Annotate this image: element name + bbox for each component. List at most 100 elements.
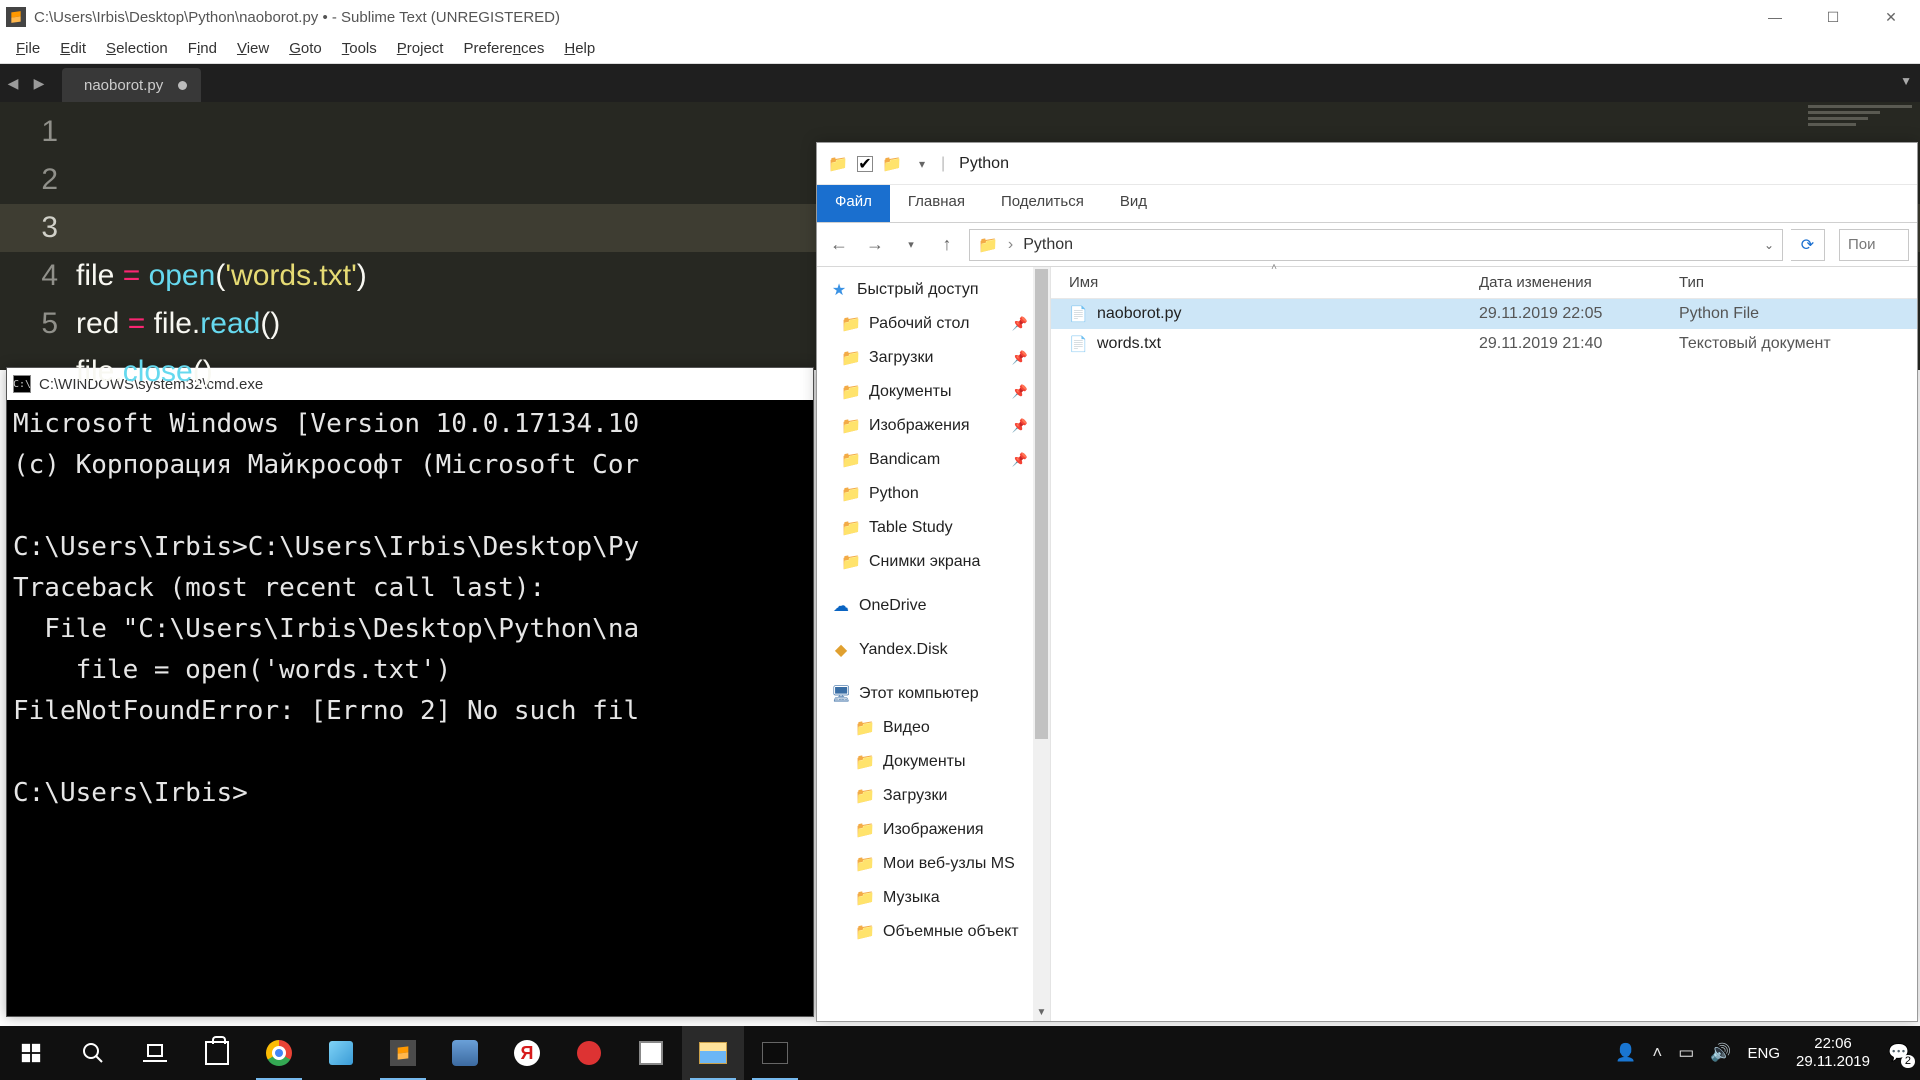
menu-preferences[interactable]: Preferences [453,36,554,61]
qat-folder-icon-2[interactable]: 📁 [881,153,903,175]
taskbar: Я 👤 ˄ ▭ 🔊 ENG 22:06 29.11.2019 💬 2 [0,1026,1920,1080]
yandex-icon: Я [514,1040,540,1066]
tree-item[interactable]: 📁Table Study [817,511,1050,545]
folder-icon: 📁 [855,922,875,942]
menu-file[interactable]: File [6,36,50,61]
menu-selection[interactable]: Selection [96,36,178,61]
breadcrumb-text[interactable]: Python [1023,236,1073,254]
folder-icon: 📁 [841,518,861,538]
pin-icon: 📌 [1012,452,1028,468]
tray-notifications[interactable]: 💬 2 [1886,1040,1912,1066]
sublime-icon [390,1040,416,1066]
tray-volume-icon[interactable]: 🔊 [1710,1043,1731,1063]
code-content: file = open('words.txt') red = file.read… [76,252,1920,396]
tree-item[interactable]: 📁Снимки экрана [817,545,1050,579]
notes-icon [329,1041,353,1065]
sublime-titlebar[interactable]: C:\Users\Irbis\Desktop\Python\naoborot.p… [0,0,1920,34]
task-view-button[interactable] [124,1026,186,1080]
menu-view[interactable]: View [227,36,279,61]
tree-this-pc[interactable]: 🖥 Этот компьютер [817,677,1050,711]
cmd-app-icon: C:\ [13,375,31,393]
folder-icon: 📁 [841,416,861,436]
taskbar-sublime[interactable] [372,1026,434,1080]
qat-dropdown-icon[interactable]: ▾ [911,153,933,175]
tray-people-icon[interactable]: 👤 [1615,1043,1636,1063]
ribbon-tab-view[interactable]: Вид [1102,185,1165,222]
tab-label: naoborot.py [84,77,163,94]
tray-battery-icon[interactable]: ▭ [1678,1043,1694,1063]
tree-item[interactable]: 📁Музыка [817,881,1050,915]
tray-overflow-icon[interactable]: ˄ [1652,1043,1662,1063]
tree-item[interactable]: 📁Изображения [817,813,1050,847]
cloud-icon: ☁ [831,596,851,616]
ribbon-tab-home[interactable]: Главная [890,185,983,222]
taskbar-explorer[interactable] [682,1026,744,1080]
cmd-icon [762,1042,788,1064]
explorer-icon [699,1042,727,1064]
folder-icon: 📁 [855,888,875,908]
explorer-ribbon: Файл Главная Поделиться Вид [817,185,1917,223]
taskbar-store[interactable] [186,1026,248,1080]
tree-item[interactable]: 📁Bandicam📌 [817,443,1050,477]
close-button[interactable]: ✕ [1862,0,1920,34]
pc-icon: 🖥 [831,684,851,704]
record-icon [577,1041,601,1065]
sublime-app-icon [6,7,26,27]
menu-find[interactable]: Find [178,36,227,61]
taskbar-cmd[interactable] [744,1026,806,1080]
scroll-down-icon[interactable]: ▼ [1033,1004,1050,1021]
menu-edit[interactable]: Edit [50,36,96,61]
tree-item[interactable]: 📁Мои веб-узлы MS [817,847,1050,881]
pin-icon: 📌 [1012,418,1028,434]
line-gutter: 12345 [0,102,76,370]
taskbar-record[interactable] [558,1026,620,1080]
tree-onedrive[interactable]: ☁ OneDrive [817,589,1050,623]
tab-nav-forward[interactable]: ▶ [28,72,50,94]
ribbon-tab-share[interactable]: Поделиться [983,185,1102,222]
taskbar-notes[interactable] [310,1026,372,1080]
taskbar-yandex[interactable]: Я [496,1026,558,1080]
tab-naoborot[interactable]: naoborot.py [62,68,201,102]
tree-item[interactable]: 📁Загрузки [817,779,1050,813]
qat-folder-icon[interactable]: 📁 [827,153,849,175]
tree-item[interactable]: 📁Python [817,477,1050,511]
maximize-button[interactable]: ☐ [1804,0,1862,34]
clock-date: 29.11.2019 [1796,1053,1870,1071]
start-button[interactable] [0,1026,62,1080]
search-button[interactable] [62,1026,124,1080]
taskbar-chrome[interactable] [248,1026,310,1080]
tab-dirty-icon [178,81,187,90]
menu-help[interactable]: Help [554,36,605,61]
tray-clock[interactable]: 22:06 29.11.2019 [1796,1035,1870,1071]
cmd-output[interactable]: Microsoft Windows [Version 10.0.17134.10… [7,400,813,818]
menu-goto[interactable]: Goto [279,36,332,61]
tree-item[interactable]: 📁Изображения📌 [817,409,1050,443]
tree-item[interactable]: 📁Видео [817,711,1050,745]
tab-nav-back[interactable]: ◀ [2,72,24,94]
ribbon-tab-file[interactable]: Файл [817,185,890,222]
sublime-title-text: C:\Users\Irbis\Desktop\Python\naoborot.p… [34,9,560,26]
menu-tools[interactable]: Tools [332,36,387,61]
taskbar-box[interactable] [620,1026,682,1080]
idle-icon [452,1040,478,1066]
tree-yandex-disk[interactable]: ◆ Yandex.Disk [817,633,1050,667]
qat-checkbox-icon[interactable]: ✔ [857,156,873,172]
address-dropdown-icon[interactable]: ⌄ [1764,238,1774,252]
minimize-button[interactable]: — [1746,0,1804,34]
tree-item[interactable]: 📁Документы [817,745,1050,779]
notification-badge: 2 [1901,1055,1915,1068]
tree-item[interactable]: 📁Объемные объект [817,915,1050,949]
box-icon [639,1041,663,1065]
explorer-titlebar[interactable]: 📁 ✔ 📁 ▾ | Python [817,143,1917,185]
sublime-tabstrip: ◀ ▶ naoborot.py ▼ [0,64,1920,102]
taskbar-idle[interactable] [434,1026,496,1080]
chrome-icon [266,1040,292,1066]
system-tray: 👤 ˄ ▭ 🔊 ENG 22:06 29.11.2019 💬 2 [1615,1035,1920,1071]
tray-language[interactable]: ENG [1748,1045,1781,1062]
folder-icon: 📁 [841,552,861,572]
menu-project[interactable]: Project [387,36,454,61]
search-placeholder: Пои [1848,236,1876,253]
clock-time: 22:06 [1796,1035,1870,1053]
tab-overflow-icon[interactable]: ▼ [1900,74,1912,88]
yandex-icon: ◆ [831,640,851,660]
